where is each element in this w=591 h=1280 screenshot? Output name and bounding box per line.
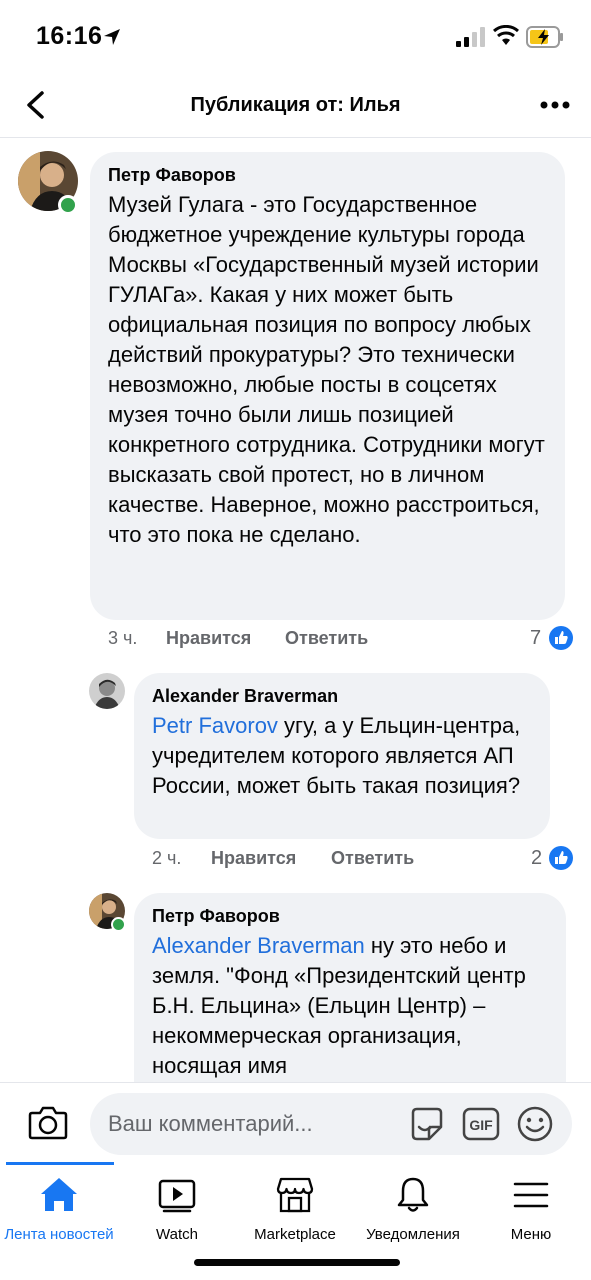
tab-label: Уведомления bbox=[366, 1226, 460, 1243]
cellular-signal-icon bbox=[456, 27, 485, 47]
tab-news-feed[interactable]: Лента новостей bbox=[0, 1174, 118, 1254]
menu-icon bbox=[513, 1182, 549, 1208]
tab-marketplace[interactable]: Marketplace bbox=[236, 1174, 354, 1254]
gif-icon[interactable]: GIF bbox=[462, 1106, 500, 1142]
reply-button[interactable]: Ответить bbox=[285, 628, 368, 649]
battery-charging-icon bbox=[526, 26, 563, 48]
status-bar: 16:16 bbox=[0, 0, 591, 70]
online-status-dot bbox=[58, 195, 78, 215]
reaction-count[interactable]: 7 bbox=[530, 627, 541, 650]
comment-meta: 3 ч. Нравится Ответить bbox=[108, 628, 408, 652]
tab-watch[interactable]: Watch bbox=[118, 1174, 236, 1254]
mention-link[interactable]: Petr Favorov bbox=[152, 713, 278, 738]
watch-icon bbox=[158, 1179, 196, 1213]
comment-text: Alexander Braverman ну это небо и земля.… bbox=[152, 931, 548, 1081]
camera-icon[interactable] bbox=[28, 1103, 68, 1141]
comment-input[interactable]: Ваш комментарий... GIF bbox=[90, 1093, 572, 1155]
comment-time: 2 ч. bbox=[152, 848, 182, 868]
comment-bubble[interactable]: Alexander Braverman Petr Favorov угу, а … bbox=[134, 673, 550, 839]
reply-button[interactable]: Ответить bbox=[331, 848, 414, 869]
status-time: 16:16 bbox=[36, 22, 103, 50]
tab-notifications[interactable]: Уведомления bbox=[354, 1174, 472, 1254]
avatar[interactable] bbox=[89, 673, 125, 709]
tab-label: Watch bbox=[156, 1226, 198, 1243]
tab-label: Marketplace bbox=[254, 1226, 336, 1243]
comment-author[interactable]: Alexander Braverman bbox=[152, 685, 532, 707]
comment-author[interactable]: Петр Фаворов bbox=[152, 905, 548, 927]
mention-link[interactable]: Alexander Braverman bbox=[152, 933, 365, 958]
comment-meta: 2 ч. Нравится Ответить bbox=[152, 848, 452, 872]
emoji-icon[interactable] bbox=[516, 1105, 554, 1143]
svg-text:GIF: GIF bbox=[469, 1117, 493, 1133]
bell-icon bbox=[397, 1177, 429, 1212]
online-status-dot bbox=[111, 917, 126, 932]
tab-label: Лента новостей bbox=[4, 1226, 114, 1243]
comment-input-placeholder: Ваш комментарий... bbox=[108, 1111, 313, 1136]
marketplace-icon bbox=[276, 1177, 314, 1213]
home-indicator[interactable] bbox=[194, 1259, 400, 1266]
like-reaction-icon bbox=[549, 626, 573, 650]
comment-time: 3 ч. bbox=[108, 628, 138, 648]
wifi-icon bbox=[493, 25, 519, 45]
tab-menu[interactable]: Меню bbox=[472, 1174, 590, 1254]
home-icon bbox=[41, 1178, 77, 1211]
comment-bubble[interactable]: Петр Фаворов Музей Гулага - это Государс… bbox=[90, 152, 565, 620]
tab-label: Меню bbox=[510, 1226, 552, 1243]
like-reaction-icon bbox=[549, 846, 573, 870]
page-title: Публикация от: Илья bbox=[190, 94, 401, 116]
active-tab-indicator bbox=[6, 1162, 114, 1165]
like-button[interactable]: Нравится bbox=[211, 848, 296, 869]
comment-composer: Ваш комментарий... GIF bbox=[0, 1082, 591, 1162]
reaction-count[interactable]: 2 bbox=[531, 847, 542, 870]
comment-author[interactable]: Петр Фаворов bbox=[108, 164, 547, 186]
location-arrow-icon bbox=[104, 29, 120, 45]
more-options-icon[interactable] bbox=[540, 99, 570, 111]
comment-text: Музей Гулага - это Государственное бюдже… bbox=[108, 192, 545, 547]
like-button[interactable]: Нравится bbox=[166, 628, 251, 649]
post-header: Публикация от: Илья bbox=[0, 72, 591, 138]
sticker-icon[interactable] bbox=[408, 1105, 446, 1143]
comment-text: Petr Favorov угу, а у Ельцин-центра, учр… bbox=[152, 711, 532, 801]
